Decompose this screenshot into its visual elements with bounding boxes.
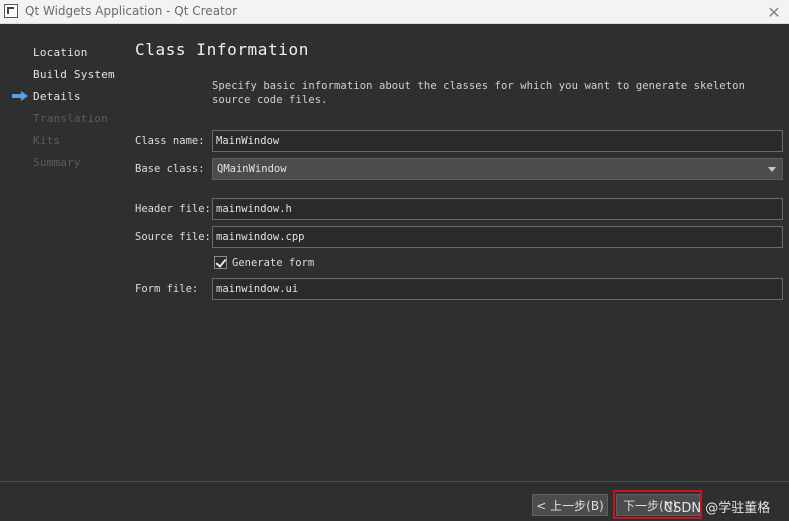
form-file-label: Form file: — [135, 283, 199, 295]
class-name-input[interactable]: MainWindow — [212, 130, 783, 152]
back-button[interactable]: < 上一步(B) — [532, 494, 608, 516]
watermark: CSDN @学驻董格 — [664, 501, 771, 516]
header-file-input[interactable]: mainwindow.h — [212, 198, 783, 220]
sidebar-item-translation: Translation — [33, 112, 109, 125]
title-bar: Qt Widgets Application - Qt Creator ✕ — [0, 0, 789, 24]
generate-form-row: Generate form — [214, 256, 314, 269]
sidebar-item-kits: Kits — [33, 134, 61, 147]
generate-form-checkbox[interactable] — [214, 256, 227, 269]
sidebar-item-location: Location — [33, 46, 88, 59]
class-name-label: Class name: — [135, 135, 205, 147]
sidebar-item-summary: Summary — [33, 156, 81, 169]
footer-divider — [0, 481, 789, 482]
chevron-down-icon — [768, 167, 776, 172]
header-file-label: Header file: — [135, 203, 211, 215]
form-file-input[interactable]: mainwindow.ui — [212, 278, 783, 300]
generate-form-label[interactable]: Generate form — [232, 257, 314, 269]
source-file-input[interactable]: mainwindow.cpp — [212, 226, 783, 248]
sidebar-item-details: Details — [33, 90, 81, 103]
base-class-value: QMainWindow — [217, 163, 287, 175]
current-step-arrow-icon — [12, 91, 28, 101]
base-class-label: Base class: — [135, 163, 205, 175]
window-title: Qt Widgets Application - Qt Creator — [25, 4, 238, 18]
page-description: Specify basic information about the clas… — [212, 80, 745, 106]
base-class-select[interactable]: QMainWindow — [212, 158, 783, 180]
close-icon[interactable]: ✕ — [763, 0, 785, 24]
source-file-label: Source file: — [135, 231, 211, 243]
app-icon — [4, 4, 18, 18]
page-title: Class Information — [135, 40, 309, 59]
sidebar-item-build-system: Build System — [33, 68, 115, 81]
